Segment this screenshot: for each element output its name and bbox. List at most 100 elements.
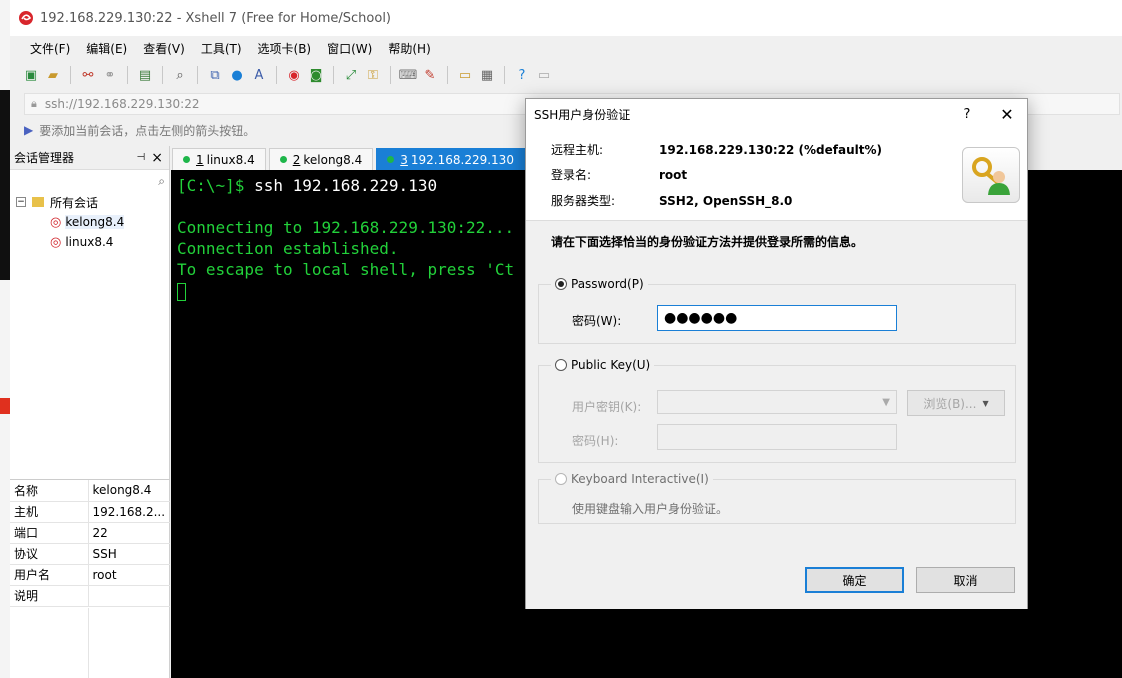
session-item-linux[interactable]: ◎ linux8.4 bbox=[10, 232, 169, 252]
globe-icon[interactable]: ● bbox=[228, 66, 246, 84]
prop-value: 192.168.2... bbox=[88, 501, 170, 523]
connection-info: 远程主机: 192.168.229.130:22 (%default%) 登录名:… bbox=[526, 129, 1027, 221]
xmanager-icon[interactable]: ◙ bbox=[307, 66, 325, 84]
keyboard-icon[interactable]: ⌨ bbox=[399, 66, 418, 84]
xshell-logo-icon bbox=[19, 11, 33, 25]
prop-key: 协议 bbox=[10, 543, 89, 565]
password-radio[interactable] bbox=[555, 278, 567, 290]
open-folder-icon[interactable]: ▰ bbox=[44, 66, 62, 84]
close-icon[interactable]: × bbox=[151, 150, 163, 166]
ssh-auth-dialog: SSH用户身份验证 ? ✕ 远程主机: 192.168.229.130:22 (%… bbox=[525, 98, 1028, 609]
browse-button[interactable]: 浏览(B)... ▼ bbox=[907, 390, 1005, 416]
table-row: 名称 kelong8.4 bbox=[10, 480, 170, 502]
toolbar-separator bbox=[390, 66, 391, 84]
session-icon: ◎ bbox=[50, 214, 62, 230]
terminal-prompt: [C:\~]$ bbox=[177, 176, 255, 195]
session-search[interactable]: ⌕ bbox=[10, 170, 169, 192]
bookmark-icon[interactable]: ▶ bbox=[24, 123, 33, 137]
menu-file[interactable]: 文件(F) bbox=[22, 40, 78, 57]
help-icon[interactable]: ? bbox=[513, 66, 531, 84]
tab-linux[interactable]: 1 linux8.4 bbox=[172, 148, 266, 170]
background-red-block bbox=[0, 398, 10, 414]
tab-kelong[interactable]: 2 kelong8.4 bbox=[268, 148, 374, 170]
fullscreen-icon[interactable]: ⤢ bbox=[342, 66, 360, 84]
background-window-strip bbox=[0, 0, 10, 678]
status-dot bbox=[183, 156, 190, 163]
terminal-cursor bbox=[177, 282, 186, 301]
highlight-icon[interactable]: ✎ bbox=[421, 66, 439, 84]
screen: 192.168.229.130:22 - Xshell 7 (Free for … bbox=[0, 0, 1122, 678]
menu-view[interactable]: 查看(V) bbox=[135, 40, 193, 57]
prop-key: 端口 bbox=[10, 522, 89, 544]
reconnect-icon[interactable]: ⚭ bbox=[101, 66, 119, 84]
menu-tools[interactable]: 工具(T) bbox=[193, 40, 250, 57]
prop-key: 用户名 bbox=[10, 564, 89, 586]
collapse-icon[interactable]: − bbox=[16, 197, 26, 207]
prop-value: root bbox=[88, 564, 170, 586]
remote-host-row: 远程主机: 192.168.229.130:22 (%default%) bbox=[551, 141, 882, 158]
status-dot bbox=[387, 156, 395, 163]
session-properties: 名称 kelong8.4 主机 192.168.2... 端口 22 协议 SSH 用户… bbox=[10, 479, 170, 678]
password-input[interactable]: ●●●●●● bbox=[657, 305, 897, 331]
close-button[interactable]: ✕ bbox=[987, 105, 1027, 124]
menu-edit[interactable]: 编辑(E) bbox=[78, 40, 135, 57]
cancel-button[interactable]: 取消 bbox=[916, 567, 1015, 593]
title-bar: 192.168.229.130:22 - Xshell 7 (Free for … bbox=[10, 0, 1122, 36]
toolbar: ▣ ▰ ⚯ ⚭ ▤ ⌕ ⧉ ● A ◉ ◙ ⤢ ⚿ ⌨ ✎ ▭ ▦ ? ▭ bbox=[10, 61, 650, 89]
lock-icon[interactable]: ⚿ bbox=[364, 66, 382, 84]
session-hint-bar: ▶ 要添加当前会话，点击左侧的箭头按钮。 bbox=[24, 119, 255, 141]
xftp-icon[interactable]: ◉ bbox=[285, 66, 303, 84]
table-row: 端口 22 bbox=[10, 522, 170, 544]
password-field-label: 密码(W): bbox=[572, 314, 622, 328]
tab-current-host[interactable]: 3 192.168.229.130 bbox=[376, 148, 525, 170]
search-icon[interactable]: ⌕ bbox=[158, 174, 165, 189]
table-row: 主机 192.168.2... bbox=[10, 501, 170, 523]
menu-window[interactable]: 窗口(W) bbox=[319, 40, 380, 57]
chevron-down-icon: ▼ bbox=[882, 396, 890, 408]
lock-icon: 🔒︎ bbox=[31, 97, 37, 110]
toolbar-separator bbox=[333, 66, 334, 84]
font-icon[interactable]: A bbox=[250, 66, 268, 84]
password-value: ●●●●●● bbox=[664, 310, 738, 326]
public-key-radio[interactable] bbox=[555, 359, 567, 371]
tab-number: 2 bbox=[292, 152, 301, 167]
table-row: 说明 bbox=[10, 585, 170, 607]
toolbar-separator bbox=[70, 66, 71, 84]
public-key-option-label: Public Key(U) bbox=[571, 358, 651, 372]
chat-icon[interactable]: ▭ bbox=[535, 66, 553, 84]
session-tabs: 1 linux8.4 2 kelong8.4 3 192.168.229.130 bbox=[172, 146, 528, 170]
dialog-body: 请在下面选择恰当的身份验证方法并提供登录所需的信息。 Password(P) 密… bbox=[526, 221, 1027, 609]
new-session-icon[interactable]: ▣ bbox=[22, 66, 40, 84]
transfer-icon[interactable]: ⧉ bbox=[206, 66, 224, 84]
properties-icon[interactable]: ▤ bbox=[136, 66, 154, 84]
menu-tabs[interactable]: 选项卡(B) bbox=[250, 40, 320, 57]
login-value: root bbox=[659, 168, 688, 182]
hint-text: 要添加当前会话，点击左侧的箭头按钮。 bbox=[39, 123, 256, 138]
user-key-select[interactable]: ▼ bbox=[657, 390, 897, 414]
status-dot bbox=[279, 156, 287, 163]
layout-icon[interactable]: ▦ bbox=[478, 66, 496, 84]
pin-icon[interactable]: ⊣ bbox=[137, 152, 146, 163]
session-manager-header: 会话管理器 ⊣ × bbox=[10, 146, 169, 170]
session-item-label: kelong8.4 bbox=[65, 215, 125, 229]
menu-help[interactable]: 帮助(H) bbox=[380, 40, 438, 57]
keyboard-interactive-radio[interactable] bbox=[555, 473, 567, 485]
session-item-label: linux8.4 bbox=[65, 235, 114, 249]
prop-key: 主机 bbox=[10, 501, 89, 523]
public-key-group: Public Key(U) 用户密钥(K): ▼ 浏览(B)... ▼ 密码(H)… bbox=[538, 358, 1016, 463]
passphrase-input[interactable] bbox=[657, 424, 897, 450]
find-icon[interactable]: ⌕ bbox=[171, 66, 189, 84]
tab-label: kelong8.4 bbox=[303, 152, 363, 167]
tree-root[interactable]: − 所有会话 bbox=[10, 192, 169, 212]
public-key-option[interactable]: Public Key(U) bbox=[551, 358, 655, 372]
server-type-row: 服务器类型: SSH2, OpenSSH_8.0 bbox=[551, 192, 792, 209]
password-option[interactable]: Password(P) bbox=[551, 277, 648, 291]
new-tab-icon[interactable]: ▭ bbox=[456, 66, 474, 84]
disconnect-icon[interactable]: ⚯ bbox=[79, 66, 97, 84]
keyboard-interactive-group: Keyboard Interactive(I) 使用键盘输入用户身份验证。 bbox=[538, 472, 1016, 524]
keyboard-interactive-option[interactable]: Keyboard Interactive(I) bbox=[551, 472, 713, 486]
folder-icon bbox=[32, 197, 44, 207]
help-button[interactable]: ? bbox=[947, 107, 987, 122]
ok-button[interactable]: 确定 bbox=[805, 567, 904, 593]
session-item-kelong[interactable]: ◎ kelong8.4 bbox=[10, 212, 169, 232]
